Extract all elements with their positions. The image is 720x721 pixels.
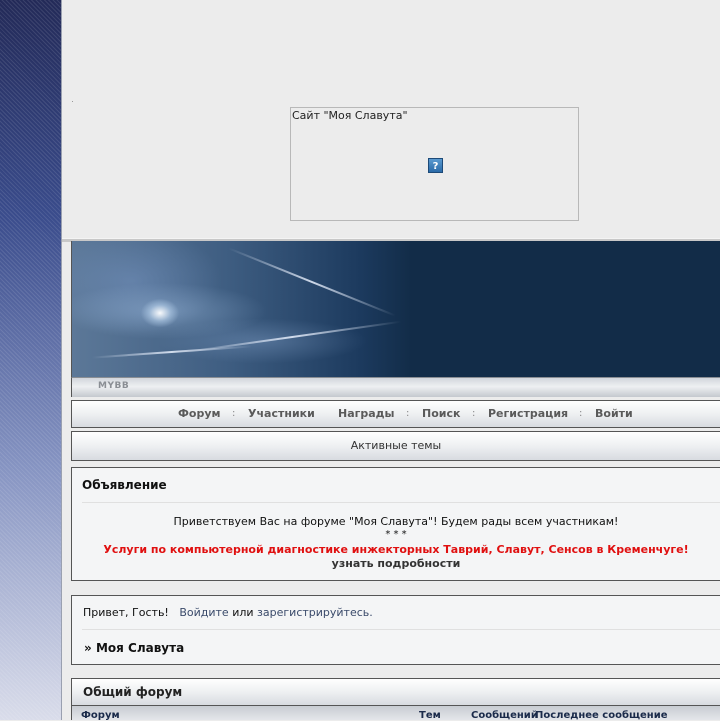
announcement-promo-text: Услуги по компьютерной диагностике инжек…	[103, 543, 689, 556]
breadcrumb-arrow: »	[84, 641, 92, 655]
breadcrumb: » Моя Славута	[84, 641, 184, 655]
ad-frame[interactable]: Сайт "Моя Славута" ?	[290, 107, 579, 221]
ad-title: Сайт "Моя Славута"	[292, 109, 408, 122]
banner-bar: MYBB	[71, 377, 720, 397]
nav-members-link[interactable]: Участники	[248, 407, 315, 420]
nav-register-link[interactable]: Регистрация	[488, 407, 568, 420]
breadcrumb-title[interactable]: Моя Славута	[96, 641, 184, 655]
forum-section-header: Общий форум	[71, 678, 720, 706]
guest-greeting-line: Привет, Гость! Войдите или зарегистрируй…	[83, 606, 373, 619]
divider	[82, 629, 720, 630]
active-topics-link[interactable]: Активные темы	[72, 439, 720, 452]
mybb-logo: MYBB	[98, 381, 130, 391]
login-link[interactable]: Войдите	[179, 606, 228, 619]
dot-mark	[72, 101, 73, 102]
nav-awards-link[interactable]: Награды	[338, 407, 395, 420]
column-header-posts: Сообщений	[471, 710, 538, 721]
announcement-heading: Объявление	[82, 478, 167, 492]
left-decorative-strip	[0, 0, 62, 720]
nav-separator: :	[232, 408, 236, 419]
forum-table-header: Форум Тем Сообщений Последнее сообщение	[71, 706, 720, 721]
column-header-last-post: Последнее сообщение	[535, 710, 668, 721]
announcement-welcome-text: Приветствуем Вас на форуме "Моя Славута"…	[173, 515, 619, 528]
greeting-text: Привет, Гость!	[83, 606, 169, 619]
announcement-stars: * * *	[385, 529, 407, 540]
active-topics-bar: Активные темы	[71, 431, 720, 461]
column-header-forum: Форум	[81, 710, 120, 721]
learn-more-link[interactable]: узнать подробности	[72, 557, 720, 570]
nav-search-link[interactable]: Поиск	[422, 407, 460, 420]
forum-banner	[71, 241, 720, 377]
register-link[interactable]: зарегистрируйтесь.	[257, 606, 373, 619]
missing-plugin-icon[interactable]: ?	[428, 158, 443, 173]
welcome-box: Привет, Гость! Войдите или зарегистрируй…	[71, 595, 720, 665]
nav-separator: :	[472, 408, 476, 419]
nav-forum-link[interactable]: Форум	[178, 407, 221, 420]
banner-artwork	[72, 241, 412, 377]
navigation-bar: Форум : Участники Награды : Поиск : Реги…	[71, 400, 720, 428]
announcement-box: Объявление Приветствуем Вас на форуме "М…	[71, 467, 720, 581]
nav-separator: :	[579, 408, 583, 419]
nav-login-link[interactable]: Войти	[595, 407, 633, 420]
divider	[82, 502, 720, 503]
nav-separator: :	[406, 408, 410, 419]
column-header-topics: Тем	[419, 710, 441, 721]
forum-section-title[interactable]: Общий форум	[83, 685, 182, 699]
or-text: или	[232, 606, 254, 619]
